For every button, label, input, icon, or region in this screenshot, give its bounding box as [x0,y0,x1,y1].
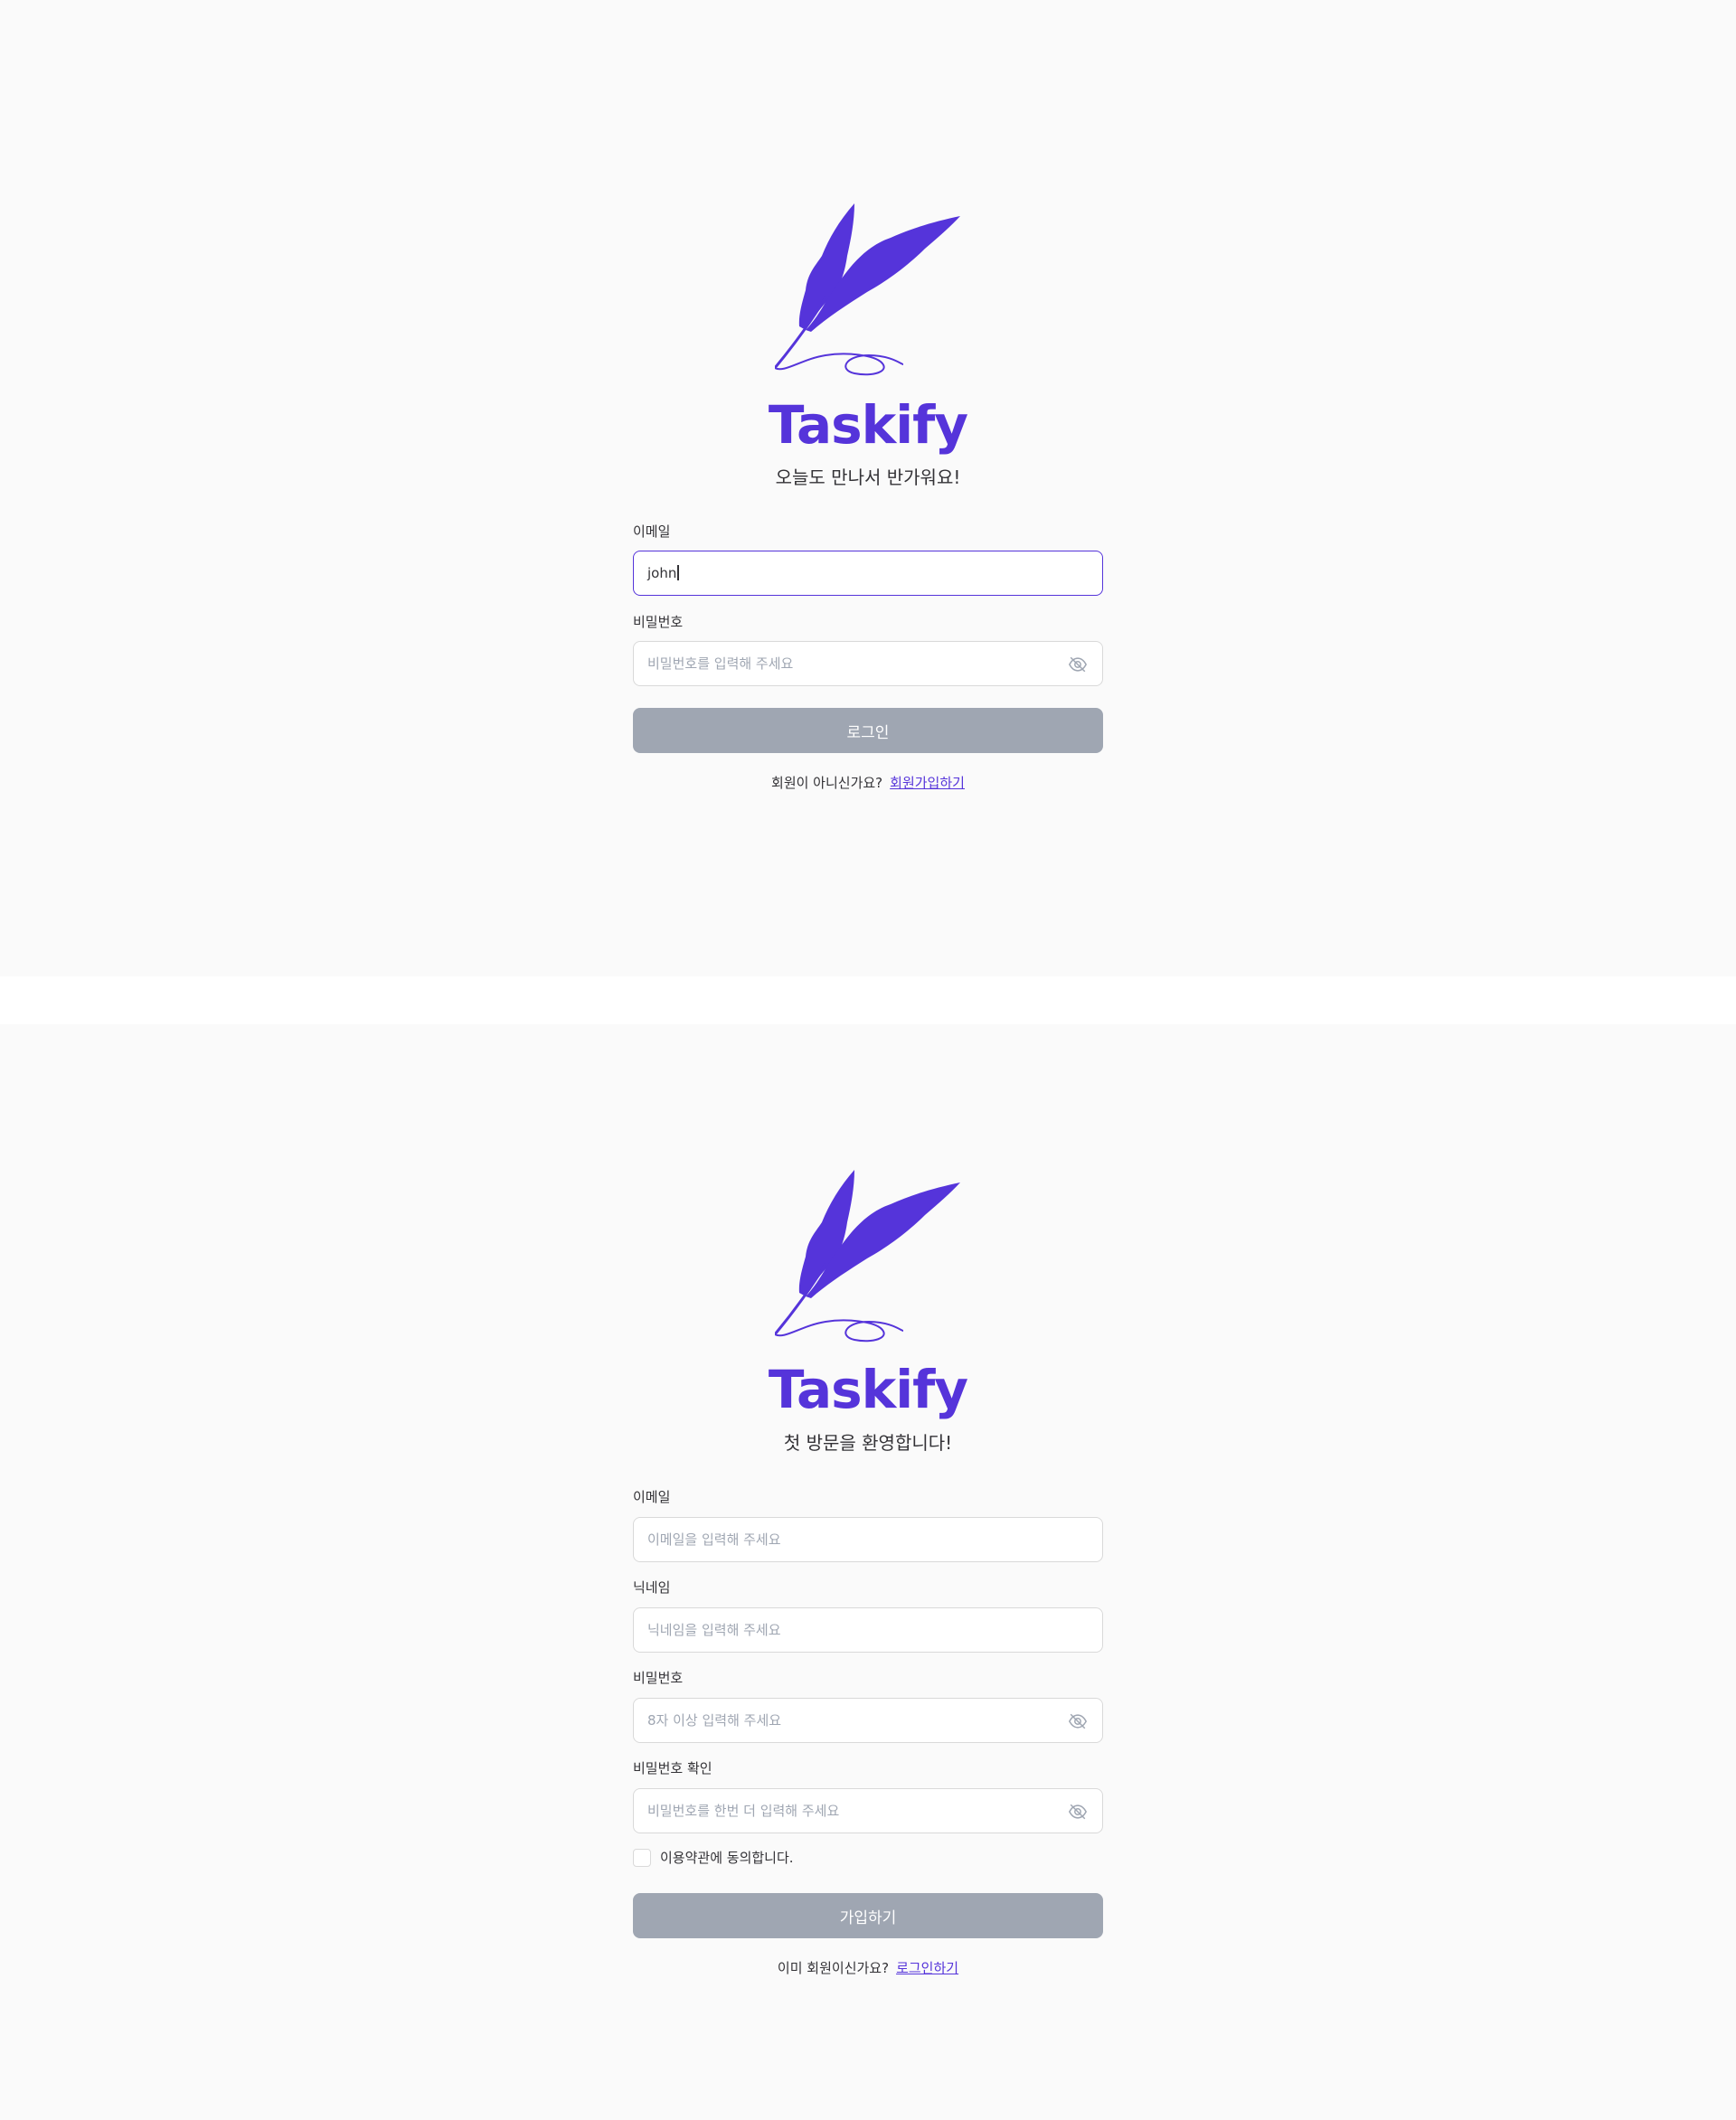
password-confirm-field[interactable] [633,1788,1103,1833]
password-label: 비밀번호 [633,614,684,630]
login-page: Taskify 오늘도 만나서 반가워요! 이메일 john 비밀번호 로그인 … [0,0,1736,976]
password-confirm-input[interactable] [647,1789,1045,1833]
password-field[interactable] [633,641,1103,686]
quill-feather-icon [775,203,960,376]
nickname-input[interactable] [647,1608,1045,1652]
brand-title: Taskify [768,394,968,456]
terms-checkbox[interactable] [633,1848,651,1867]
quill-feather-icon [775,1170,960,1343]
eye-off-icon[interactable] [1068,655,1088,674]
signup-greeting: 첫 방문을 환영합니다! [783,1432,953,1454]
password-input[interactable] [647,1699,1045,1742]
eye-off-icon[interactable] [1068,1711,1088,1731]
password-input[interactable] [647,642,1045,685]
email-value: john [647,551,679,595]
signup-form: Taskify 첫 방문을 환영합니다! 이메일 닉네임 비밀번호 비밀번호 확… [633,1024,1103,2120]
login-prompt-text: 이미 회원이신가요? [777,1960,890,1976]
terms-agreement[interactable]: 이용약관에 동의합니다. [633,1848,794,1867]
nickname-field[interactable] [633,1607,1103,1653]
nickname-label: 닉네임 [633,1579,671,1596]
signup-link[interactable]: 회원가입하기 [890,775,965,791]
login-prompt: 이미 회원이신가요? 로그인하기 [633,1959,1103,1977]
signup-prompt-text: 회원이 아니신가요? [771,775,883,791]
email-field[interactable]: john [633,551,1103,596]
signup-prompt: 회원이 아니신가요? 회원가입하기 [633,774,1103,792]
brand-title: Taskify [768,1359,968,1420]
password-field[interactable] [633,1698,1103,1743]
email-input[interactable] [647,1518,1045,1561]
login-link[interactable]: 로그인하기 [896,1960,958,1976]
login-button[interactable]: 로그인 [633,708,1103,753]
login-form: Taskify 오늘도 만나서 반가워요! 이메일 john 비밀번호 로그인 … [633,0,1103,976]
signup-button[interactable]: 가입하기 [633,1893,1103,1938]
login-greeting: 오늘도 만나서 반가워요! [775,466,961,488]
eye-off-icon[interactable] [1068,1802,1088,1822]
terms-label: 이용약관에 동의합니다. [660,1850,794,1866]
password-label: 비밀번호 [633,1670,684,1686]
email-label: 이메일 [633,1489,671,1505]
password-confirm-label: 비밀번호 확인 [633,1760,712,1776]
signup-page: Taskify 첫 방문을 환영합니다! 이메일 닉네임 비밀번호 비밀번호 확… [0,1024,1736,2120]
email-label: 이메일 [633,523,671,540]
email-field[interactable] [633,1517,1103,1562]
